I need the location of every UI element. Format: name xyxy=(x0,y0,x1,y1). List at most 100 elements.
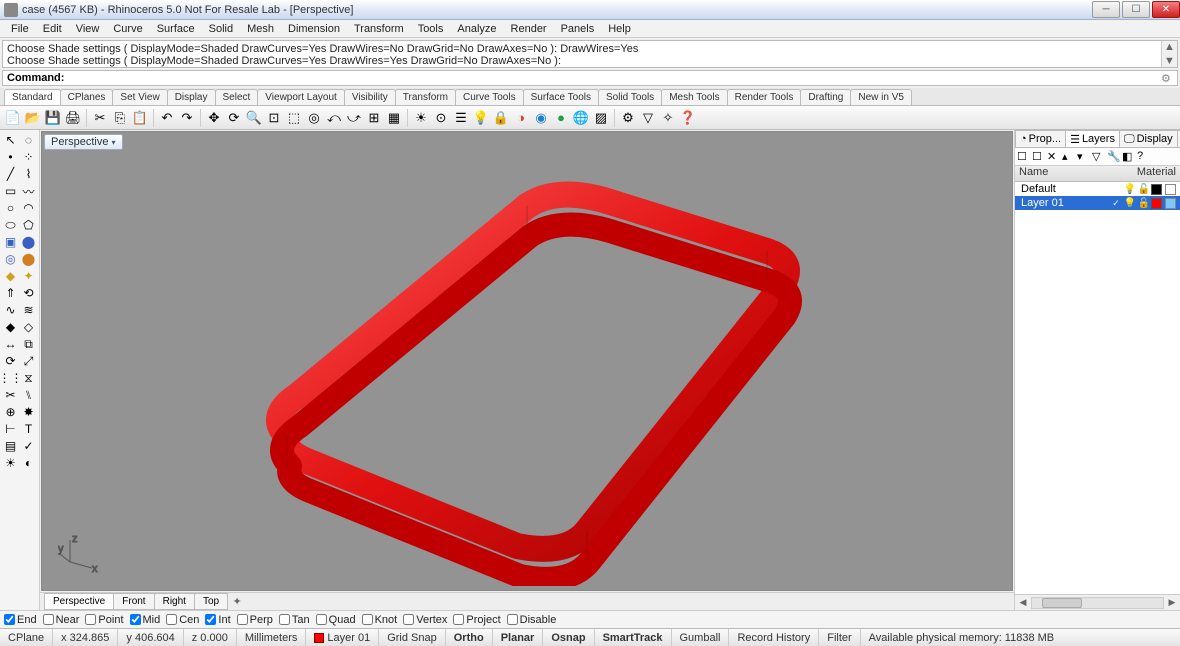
cut-icon[interactable]: ✂ xyxy=(91,109,109,127)
pointer-icon[interactable]: ↖ xyxy=(3,132,19,148)
tab-display[interactable]: Display xyxy=(167,89,216,105)
viewport[interactable]: Perspective xyxy=(41,131,1013,591)
options-icon[interactable]: ⚙ xyxy=(619,109,637,127)
tab-select[interactable]: Select xyxy=(215,89,259,105)
panel-tab-prop[interactable]: ◔Prop... xyxy=(1015,130,1066,147)
layer-material-swatch[interactable] xyxy=(1165,198,1176,209)
redo-view-icon[interactable]: ⤻ xyxy=(345,109,363,127)
osnap-project[interactable]: Project xyxy=(453,614,500,626)
status-units[interactable]: Millimeters xyxy=(237,629,307,646)
blend-icon[interactable]: ∿ xyxy=(3,302,19,318)
panel-tab-help[interactable]: ?Help xyxy=(1177,130,1180,147)
rect-icon[interactable]: ▭ xyxy=(3,183,19,199)
tab-curve-tools[interactable]: Curve Tools xyxy=(455,89,524,105)
move-tool-icon[interactable]: ↔ xyxy=(3,336,19,352)
osnap-checkbox[interactable] xyxy=(4,614,15,625)
layer-color-swatch[interactable] xyxy=(1151,184,1162,195)
menu-edit[interactable]: Edit xyxy=(36,21,69,37)
render-icon[interactable]: ◉ xyxy=(532,109,550,127)
macro-icon[interactable]: ✧ xyxy=(659,109,677,127)
osnap-checkbox[interactable] xyxy=(85,614,96,625)
save-icon[interactable]: 💾 xyxy=(44,109,62,127)
properties-icon[interactable]: ◑ xyxy=(512,109,530,127)
osnap-checkbox[interactable] xyxy=(453,614,464,625)
visibility-bulb-icon[interactable]: 💡 xyxy=(1123,198,1137,209)
maximize-button[interactable]: ☐ xyxy=(1122,1,1150,18)
view-tab-right[interactable]: Right xyxy=(154,593,195,610)
filter-layer-icon[interactable]: ▽ xyxy=(1092,150,1106,164)
points-icon[interactable]: ⁘ xyxy=(21,149,37,165)
paste-icon[interactable]: 📋 xyxy=(131,109,149,127)
scroll-down-icon[interactable]: ▼ xyxy=(1164,55,1175,67)
hide-icon[interactable]: 💡 xyxy=(472,109,490,127)
help-icon[interactable]: ❓ xyxy=(679,109,697,127)
menu-panels[interactable]: Panels xyxy=(554,21,602,37)
move-down-icon[interactable]: ▾ xyxy=(1077,150,1091,164)
model-object[interactable] xyxy=(227,136,827,586)
cplane-icon[interactable]: ▦ xyxy=(385,109,403,127)
visibility-bulb-icon[interactable]: 💡 xyxy=(1123,184,1137,195)
undo-view-icon[interactable]: ⤺ xyxy=(325,109,343,127)
sphere-icon[interactable]: ◎ xyxy=(3,251,19,267)
osnap-quad[interactable]: Quad xyxy=(316,614,356,626)
scale-tool-icon[interactable]: ⤢ xyxy=(21,353,37,369)
layer-header-name[interactable]: Name xyxy=(1015,166,1125,181)
panel-tab-layers[interactable]: ☰Layers xyxy=(1065,130,1120,147)
osnap-checkbox[interactable] xyxy=(237,614,248,625)
array-icon[interactable]: ⋮⋮ xyxy=(3,370,19,386)
undo-icon[interactable]: ↶ xyxy=(158,109,176,127)
osnap-checkbox[interactable] xyxy=(507,614,518,625)
tab-new-in-v5[interactable]: New in V5 xyxy=(850,89,912,105)
explode-icon[interactable]: ✸ xyxy=(21,404,37,420)
layer-help-icon[interactable]: ? xyxy=(1137,150,1151,164)
tab-transform[interactable]: Transform xyxy=(395,89,456,105)
osnap-point[interactable]: Point xyxy=(85,614,123,626)
dim-icon[interactable]: ⊢ xyxy=(3,421,19,437)
osnap-mid[interactable]: Mid xyxy=(130,614,161,626)
join-icon[interactable]: ⊕ xyxy=(3,404,19,420)
osnap-int[interactable]: Int xyxy=(205,614,230,626)
zoom-icon[interactable]: 🔍 xyxy=(245,109,263,127)
arc-icon[interactable]: ◠ xyxy=(21,200,37,216)
menu-tools[interactable]: Tools xyxy=(411,21,451,37)
osnap-end[interactable]: End xyxy=(4,614,37,626)
osnap-checkbox[interactable] xyxy=(43,614,54,625)
tab-viewport-layout[interactable]: Viewport Layout xyxy=(257,89,345,105)
layer-material-swatch[interactable] xyxy=(1165,184,1176,195)
move-up-icon[interactable]: ▴ xyxy=(1062,150,1076,164)
status-filter[interactable]: Filter xyxy=(819,629,860,646)
osnap-disable[interactable]: Disable xyxy=(507,614,557,626)
scroll-left-icon[interactable]: ◀ xyxy=(1015,597,1031,608)
menu-file[interactable]: File xyxy=(4,21,36,37)
new-icon[interactable]: 📄 xyxy=(4,109,22,127)
zoom-selected-icon[interactable]: ◎ xyxy=(305,109,323,127)
layer-header-material[interactable]: Material xyxy=(1125,166,1180,181)
mirror-icon[interactable]: ⧖ xyxy=(21,370,37,386)
status-layer[interactable]: Layer 01 xyxy=(306,629,379,646)
osnap-checkbox[interactable] xyxy=(279,614,290,625)
ellipse-icon[interactable]: ⬭ xyxy=(3,217,19,233)
status-planar[interactable]: Planar xyxy=(493,629,544,646)
layer-color-swatch[interactable] xyxy=(1151,198,1162,209)
menu-surface[interactable]: Surface xyxy=(150,21,202,37)
tab-set-view[interactable]: Set View xyxy=(112,89,167,105)
lock-state-icon[interactable]: 🔓 xyxy=(1137,184,1151,195)
osnap-vertex[interactable]: Vertex xyxy=(403,614,447,626)
layer-row[interactable]: Default💡🔓 xyxy=(1015,182,1180,196)
point-icon[interactable]: • xyxy=(3,149,19,165)
osnap-perp[interactable]: Perp xyxy=(237,614,273,626)
status-osnap[interactable]: Osnap xyxy=(543,629,594,646)
menu-solid[interactable]: Solid xyxy=(202,21,240,37)
layer-color-icon[interactable]: ◧ xyxy=(1122,150,1136,164)
lock-state-icon[interactable]: 🔓 xyxy=(1137,198,1151,209)
rotate-icon[interactable]: ⟳ xyxy=(225,109,243,127)
surface-icon[interactable]: ◆ xyxy=(3,268,19,284)
scroll-thumb[interactable] xyxy=(1042,598,1082,608)
scroll-up-icon[interactable]: ▲ xyxy=(1164,41,1175,53)
menu-mesh[interactable]: Mesh xyxy=(240,21,281,37)
layer-tools-icon[interactable]: 🔧 xyxy=(1107,150,1121,164)
lasso-icon[interactable]: ◌ xyxy=(21,132,37,148)
osnap-checkbox[interactable] xyxy=(205,614,216,625)
solidpt-icon[interactable]: ◆ xyxy=(3,319,19,335)
tab-cplanes[interactable]: CPlanes xyxy=(60,89,114,105)
